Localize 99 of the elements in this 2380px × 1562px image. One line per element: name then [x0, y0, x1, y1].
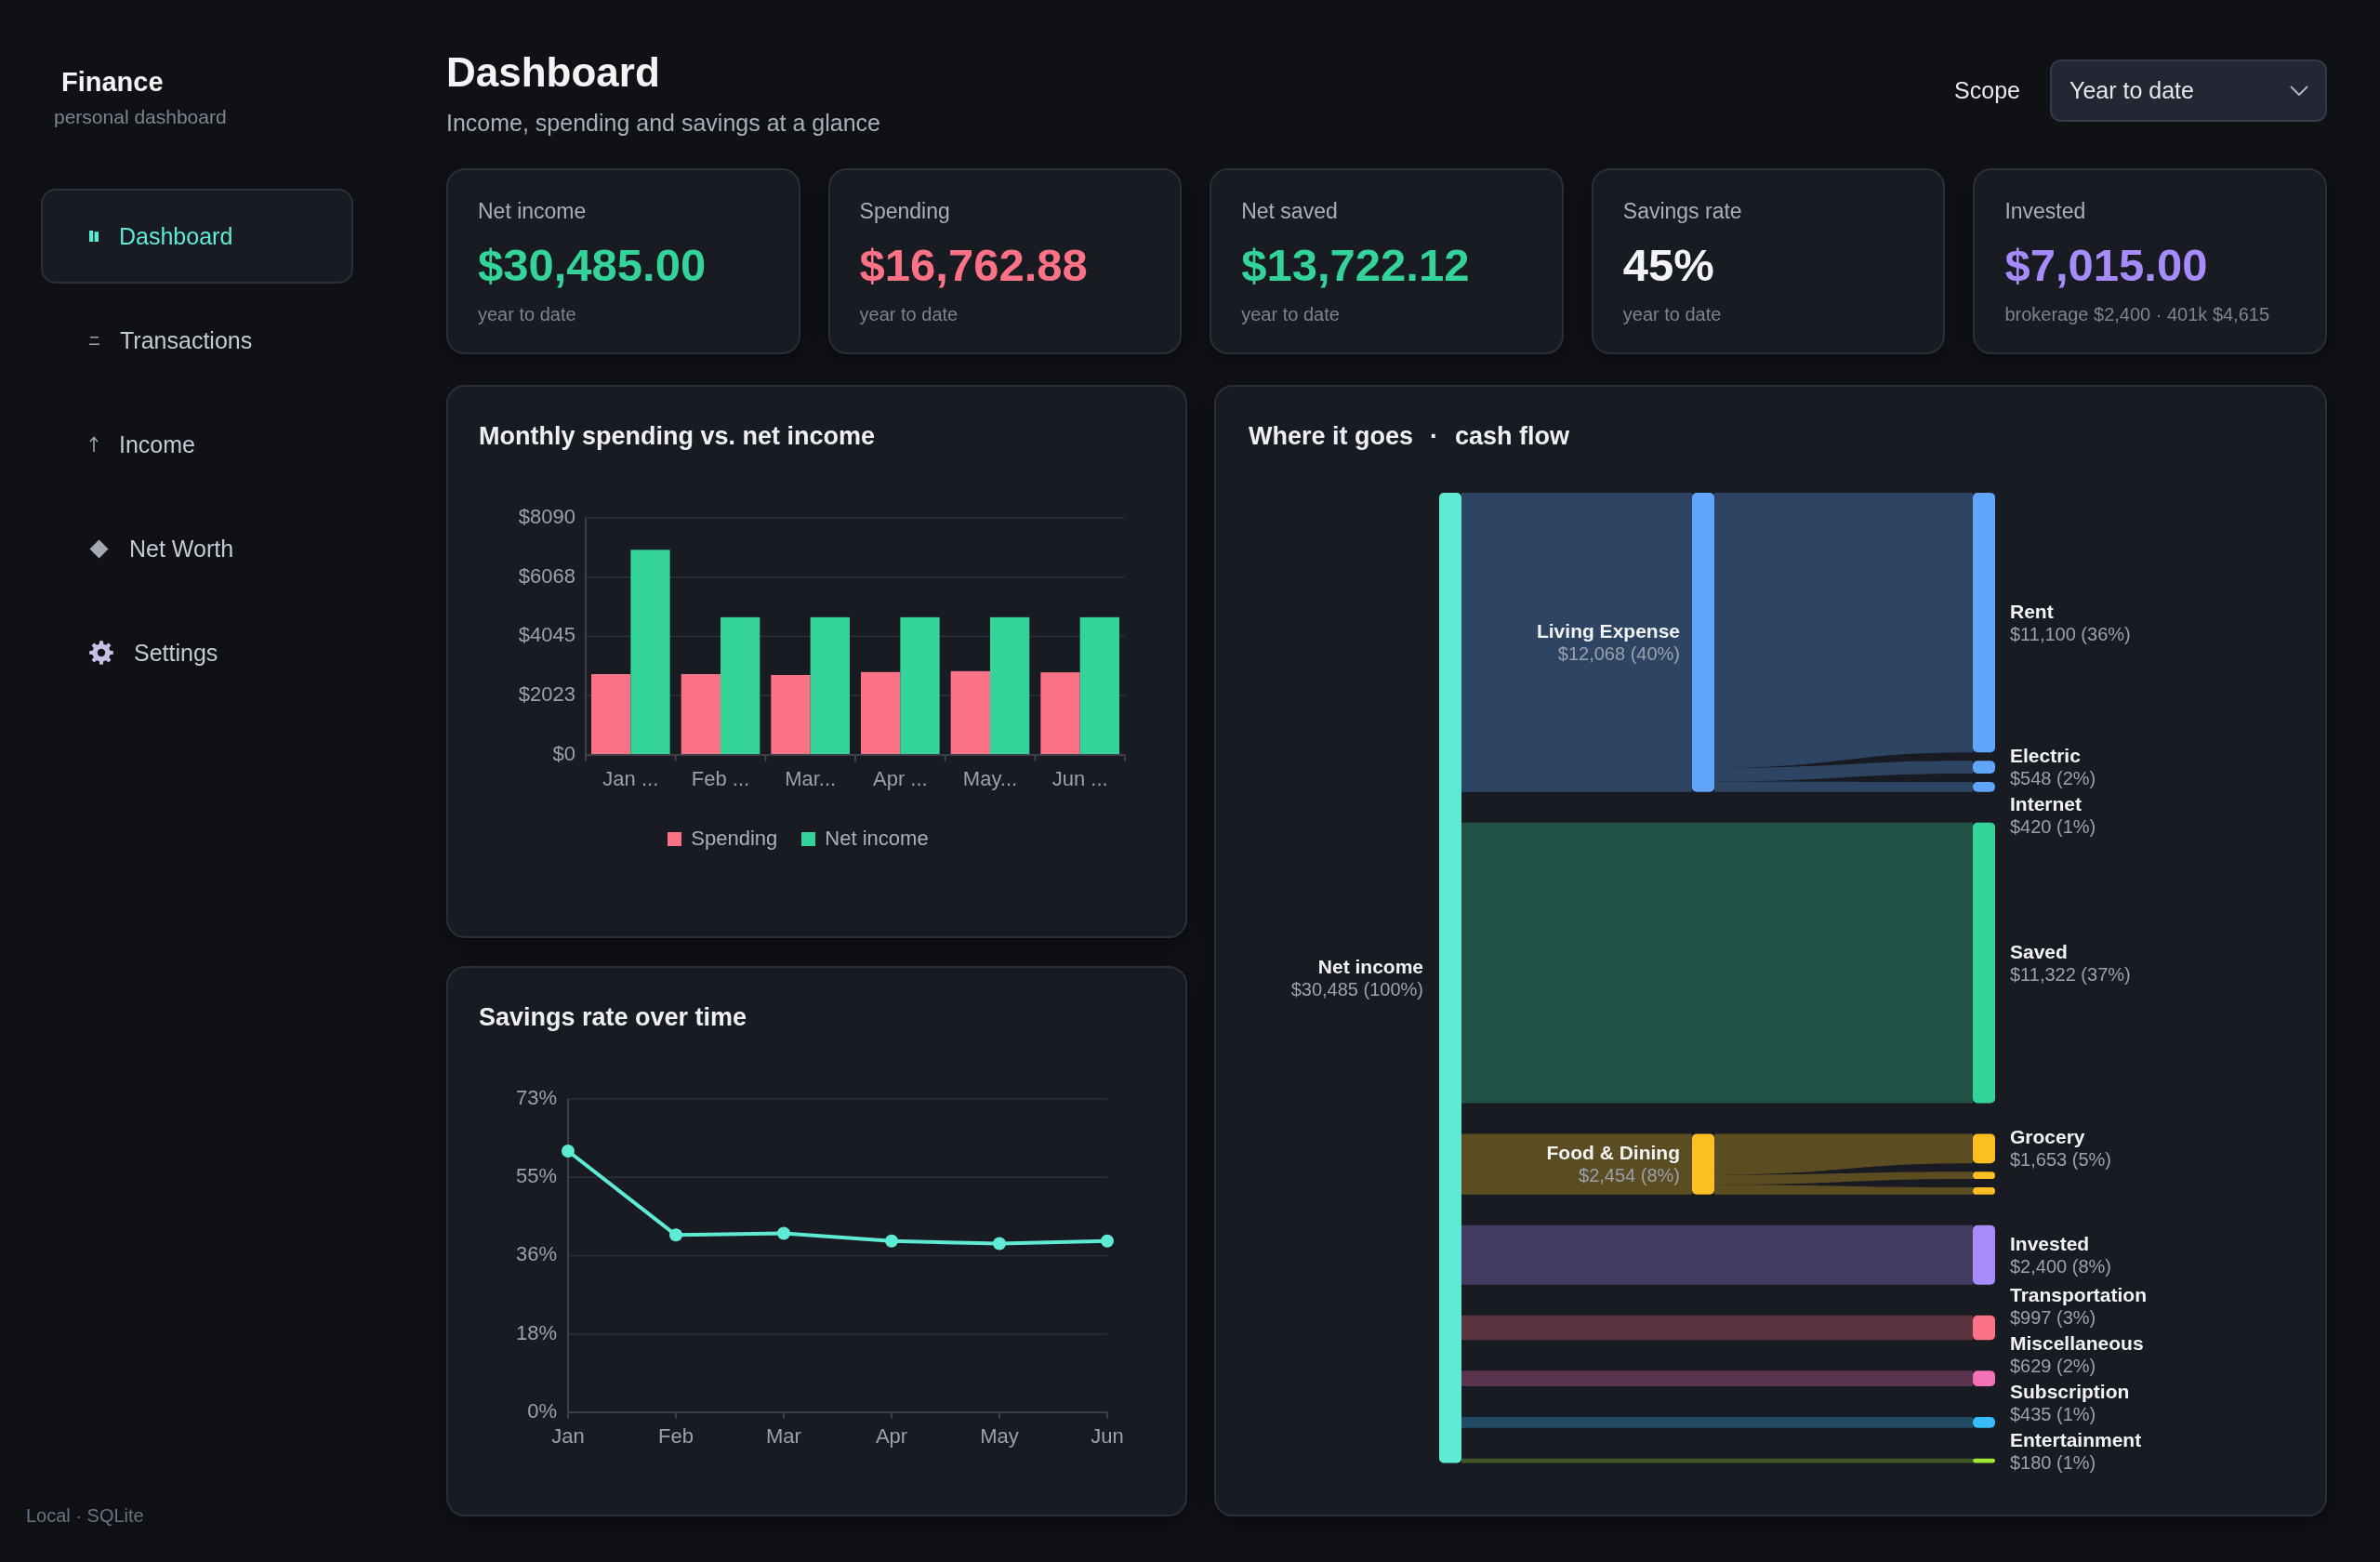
node-label: Miscellaneous: [2010, 1332, 2144, 1355]
node-amount: $11,322 (37%): [2010, 962, 2131, 986]
diamond-icon: [89, 538, 109, 559]
axis-label: 36%: [515, 1242, 557, 1266]
stat-note: year to date: [1241, 303, 1340, 326]
axis-label: $8090: [518, 504, 575, 528]
node-amount: $12,068 (40%): [1557, 642, 1680, 665]
stat-value: 45%: [1622, 239, 1714, 292]
stat-note: year to date: [1622, 303, 1722, 326]
flow-node: [1973, 761, 1995, 774]
axis-label: Jun ...: [1051, 766, 1108, 790]
chevron-down-icon: [2290, 86, 2308, 96]
node-amount: $11,100 (36%): [2010, 622, 2131, 645]
node-amount: $435 (1%): [2010, 1403, 2096, 1425]
node-label: Entertainment: [2010, 1429, 2142, 1451]
node-amount: $420 (1%): [2010, 815, 2096, 839]
node-label: Transportation: [2010, 1284, 2147, 1306]
page-title: Dashboard: [446, 48, 661, 97]
flow-node: [1973, 1133, 1995, 1164]
axis-label: 18%: [515, 1320, 557, 1344]
node-label: Rent: [2010, 600, 2054, 623]
axis-label: Jan ...: [602, 766, 659, 790]
legend-label: Net income: [825, 826, 929, 852]
axis-label: Feb: [658, 1423, 694, 1448]
stat-value: $7,015.00: [2004, 239, 2208, 292]
legend-label: Spending: [691, 826, 778, 852]
axis-label: May...: [962, 766, 1018, 790]
axis-label: $0: [552, 741, 575, 765]
stat-label: Savings rate: [1622, 198, 1742, 224]
stat-value: $13,722.12: [1241, 239, 1470, 292]
node-label: Saved: [2010, 940, 2068, 963]
node-label: Grocery: [2010, 1126, 2085, 1149]
stat-label: Net saved: [1241, 198, 1338, 224]
stat-label: Net income: [478, 198, 587, 224]
node-label: Living Expense: [1536, 619, 1680, 642]
axis-label: May: [980, 1423, 1019, 1448]
stat-label: Spending: [859, 198, 950, 224]
data-point: [669, 1228, 682, 1242]
node-label: Internet: [2010, 793, 2082, 816]
flow-node: [1973, 1187, 1995, 1195]
lines-icon: [89, 336, 99, 345]
node-label: Invested: [2010, 1232, 2090, 1255]
axis-label: 73%: [515, 1085, 557, 1109]
node-label: Subscription: [2010, 1381, 2130, 1403]
up-arrow-icon: [89, 436, 99, 453]
data-point: [1101, 1234, 1114, 1248]
axis-label: $6068: [518, 563, 575, 588]
node-label: Food & Dining: [1546, 1142, 1680, 1165]
axis-label: $2023: [518, 682, 575, 707]
axis-label: Feb ...: [691, 766, 750, 790]
scope-dropdown[interactable]: Year to date: [2050, 60, 2327, 122]
stat-note: year to date: [478, 303, 576, 326]
node-amount: $2,454 (8%): [1579, 1164, 1680, 1187]
nav-item[interactable]: Settings: [41, 605, 353, 700]
card-title: Monthly spending vs. net income: [479, 421, 877, 451]
scope-label: Scope: [1954, 77, 2020, 104]
node-label: Net income: [1317, 955, 1423, 978]
node-amount: $2,400 (8%): [2010, 1254, 2111, 1277]
stat-value: $16,762.88: [859, 239, 1088, 292]
node-amount: $548 (2%): [2010, 767, 2096, 790]
node-amount: $30,485 (100%): [1290, 977, 1423, 1000]
node-amount: $629 (2%): [2010, 1355, 2096, 1377]
axis-label: $4045: [518, 623, 575, 647]
axis-label: Mar: [766, 1423, 801, 1448]
data-point: [777, 1226, 790, 1240]
stat-label: Invested: [2004, 198, 2086, 224]
stat-note: brokerage $2,400 · 401k $4,615: [2004, 303, 2270, 326]
axis-label: 0%: [527, 1398, 557, 1423]
axis-label: 55%: [515, 1164, 557, 1188]
stat-note: year to date: [859, 303, 959, 326]
brand-tagline: personal dashboard: [54, 105, 227, 129]
axis-label: Jun: [1091, 1423, 1124, 1448]
title-separator: ·: [1430, 421, 1439, 451]
node-amount: $997 (3%): [2010, 1306, 2096, 1329]
stat-value: $30,485.00: [478, 239, 707, 292]
node-amount: $180 (1%): [2010, 1451, 2096, 1474]
flow-node: [1973, 782, 1995, 792]
page-subtitle: Income, spending and savings at a glance: [446, 109, 880, 138]
flow-node: [1973, 1172, 1995, 1180]
card-title: Savings rate over time: [479, 1002, 748, 1032]
card-subtitle: cash flow: [1455, 421, 1570, 451]
nav-item[interactable]: Income: [41, 397, 353, 492]
status-text: Local · SQLite: [26, 1504, 144, 1527]
bars-icon: [89, 231, 99, 242]
nav-item[interactable]: Transactions: [41, 293, 353, 388]
settings-icon: [89, 641, 113, 665]
card-title: Where it goes: [1249, 421, 1414, 451]
axis-label: Jan: [551, 1423, 585, 1448]
brand-name: Finance: [61, 66, 164, 99]
nav-item[interactable]: Dashboard: [41, 189, 353, 284]
node-label: Electric: [2010, 745, 2081, 768]
data-point: [885, 1234, 898, 1248]
nav-item[interactable]: Net Worth: [41, 501, 353, 596]
axis-label: Apr: [875, 1423, 908, 1448]
axis-label: Apr ...: [873, 766, 928, 790]
data-point: [562, 1145, 575, 1158]
node-amount: $1,653 (5%): [2010, 1148, 2111, 1172]
data-point: [993, 1237, 1006, 1251]
axis-label: Mar...: [785, 766, 837, 790]
